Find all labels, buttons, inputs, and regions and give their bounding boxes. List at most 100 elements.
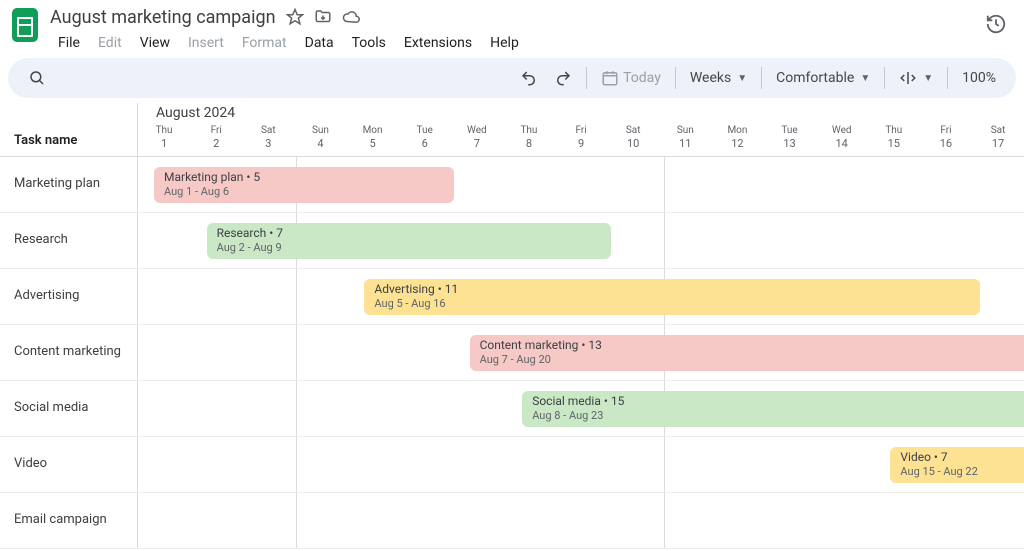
task-row: Video Video • 7Aug 15 - Aug 22 [0,437,1024,493]
day-column: Thu15 [868,103,920,156]
menu-help[interactable]: Help [482,32,527,54]
menu-view[interactable]: View [132,32,178,54]
task-row-label[interactable]: Social media [0,381,138,436]
task-bar-dates: Aug 2 - Aug 9 [217,241,602,254]
task-name-header[interactable]: Task name [0,103,138,156]
star-icon[interactable] [286,8,304,26]
zoom-label: 100% [962,70,996,86]
task-bar[interactable]: Research • 7Aug 2 - Aug 9 [207,223,612,259]
day-column: Thu8 [503,103,555,156]
separator [675,67,676,89]
chevron-down-icon: ▼ [923,73,933,84]
scale-selector[interactable]: Weeks ▼ [684,66,753,90]
menu-edit[interactable]: Edit [90,32,130,54]
day-column: Tue6 [399,103,451,156]
menu-bar: FileEditViewInsertFormatDataToolsExtensi… [50,32,984,54]
day-column: Wed14 [816,103,868,156]
task-row: Marketing plan Marketing plan • 5Aug 1 - … [0,157,1024,213]
task-bar-title: Marketing plan • 5 [164,170,444,184]
task-bar-title: Content marketing • 13 [480,338,1024,352]
task-row-label[interactable]: Content marketing [0,325,138,380]
task-row-chart[interactable]: Video • 7Aug 15 - Aug 22 [138,437,1024,492]
menu-format[interactable]: Format [234,32,295,54]
menu-extensions[interactable]: Extensions [396,32,480,54]
collapse-toggle[interactable]: ▼ [893,65,939,91]
version-history-icon[interactable] [984,12,1008,36]
day-column: Sun4 [294,103,346,156]
today-button[interactable]: Today [595,65,667,91]
undo-button[interactable] [514,65,544,91]
density-label: Comfortable [776,70,854,86]
move-folder-icon[interactable] [314,8,332,26]
timeline-header-row: Task name August 2024 Thu1Fri2Sat3Sun4Mo… [0,103,1024,157]
task-row-chart[interactable]: Social media • 15Aug 8 - Aug 23 [138,381,1024,436]
timeline-view: Task name August 2024 Thu1Fri2Sat3Sun4Mo… [0,102,1024,551]
menu-file[interactable]: File [50,32,88,54]
day-column: Sun11 [659,103,711,156]
scale-label: Weeks [690,70,731,86]
task-row-label[interactable]: Email campaign [0,493,138,548]
task-bar-dates: Aug 15 - Aug 22 [900,465,1024,478]
task-bar-dates: Aug 8 - Aug 23 [532,409,1024,422]
task-bar-title: Advertising • 11 [374,282,969,296]
sheets-logo[interactable] [10,6,40,44]
toolbar: Today Weeks ▼ Comfortable ▼ ▼ 100% [8,58,1016,98]
today-label: Today [623,70,661,86]
task-bar-dates: Aug 1 - Aug 6 [164,185,444,198]
task-row-chart[interactable]: Research • 7Aug 2 - Aug 9 [138,213,1024,268]
task-bar-dates: Aug 5 - Aug 16 [374,297,969,310]
separator [761,67,762,89]
separator [884,67,885,89]
day-column: Thu1 [138,103,190,156]
task-row-label[interactable]: Video [0,437,138,492]
task-row: Content marketing Content marketing • 13A… [0,325,1024,381]
separator [947,67,948,89]
day-column: Fri9 [555,103,607,156]
task-row-label[interactable]: Research [0,213,138,268]
task-row-label[interactable]: Marketing plan [0,157,138,212]
task-bar[interactable]: Advertising • 11Aug 5 - Aug 16 [364,279,979,315]
title-area: August marketing campaign FileEditViewIn… [50,6,984,54]
task-row-chart[interactable]: Content marketing • 13Aug 7 - Aug 20 [138,325,1024,380]
task-bar-title: Social media • 15 [532,394,1024,408]
task-bar[interactable]: Marketing plan • 5Aug 1 - Aug 6 [154,167,454,203]
menu-insert[interactable]: Insert [180,32,232,54]
timeline-body[interactable]: Marketing plan Marketing plan • 5Aug 1 - … [0,157,1024,549]
day-column: Mon12 [711,103,763,156]
task-bar-title: Research • 7 [217,226,602,240]
zoom-selector[interactable]: 100% [956,66,1002,90]
day-column: Tue13 [764,103,816,156]
task-row: Advertising Advertising • 11Aug 5 - Aug 1… [0,269,1024,325]
task-bar-dates: Aug 7 - Aug 20 [480,353,1024,366]
day-column: Sat10 [607,103,659,156]
task-bar[interactable]: Social media • 15Aug 8 - Aug 23 [522,391,1024,427]
density-selector[interactable]: Comfortable ▼ [770,66,876,90]
task-row-label[interactable]: Advertising [0,269,138,324]
cloud-status-icon[interactable] [342,8,360,26]
task-row-chart[interactable]: Marketing plan • 5Aug 1 - Aug 6 [138,157,1024,212]
day-columns: August 2024 Thu1Fri2Sat3Sun4Mon5Tue6Wed7… [138,103,1024,156]
chevron-down-icon: ▼ [860,73,870,84]
menu-tools[interactable]: Tools [344,32,394,54]
task-bar[interactable]: Video • 7Aug 15 - Aug 22 [890,447,1024,483]
task-row-chart[interactable]: Advertising • 11Aug 5 - Aug 16 [138,269,1024,324]
day-column: Sat3 [242,103,294,156]
app-header: August marketing campaign FileEditViewIn… [0,0,1024,54]
document-title[interactable]: August marketing campaign [50,7,276,28]
task-row: Research Research • 7Aug 2 - Aug 9 [0,213,1024,269]
chevron-down-icon: ▼ [737,73,747,84]
task-bar-title: Video • 7 [900,450,1024,464]
separator [586,67,587,89]
task-row: Social media Social media • 15Aug 8 - Aug… [0,381,1024,437]
day-column: Fri16 [920,103,972,156]
day-column: Fri2 [190,103,242,156]
day-column: Wed7 [451,103,503,156]
redo-button[interactable] [548,65,578,91]
task-row-chart[interactable] [138,493,1024,548]
task-row: Email campaign [0,493,1024,549]
menu-data[interactable]: Data [297,32,342,54]
day-column: Sat17 [972,103,1024,156]
search-icon[interactable] [22,65,52,91]
day-column: Mon5 [347,103,399,156]
task-bar[interactable]: Content marketing • 13Aug 7 - Aug 20 [470,335,1024,371]
